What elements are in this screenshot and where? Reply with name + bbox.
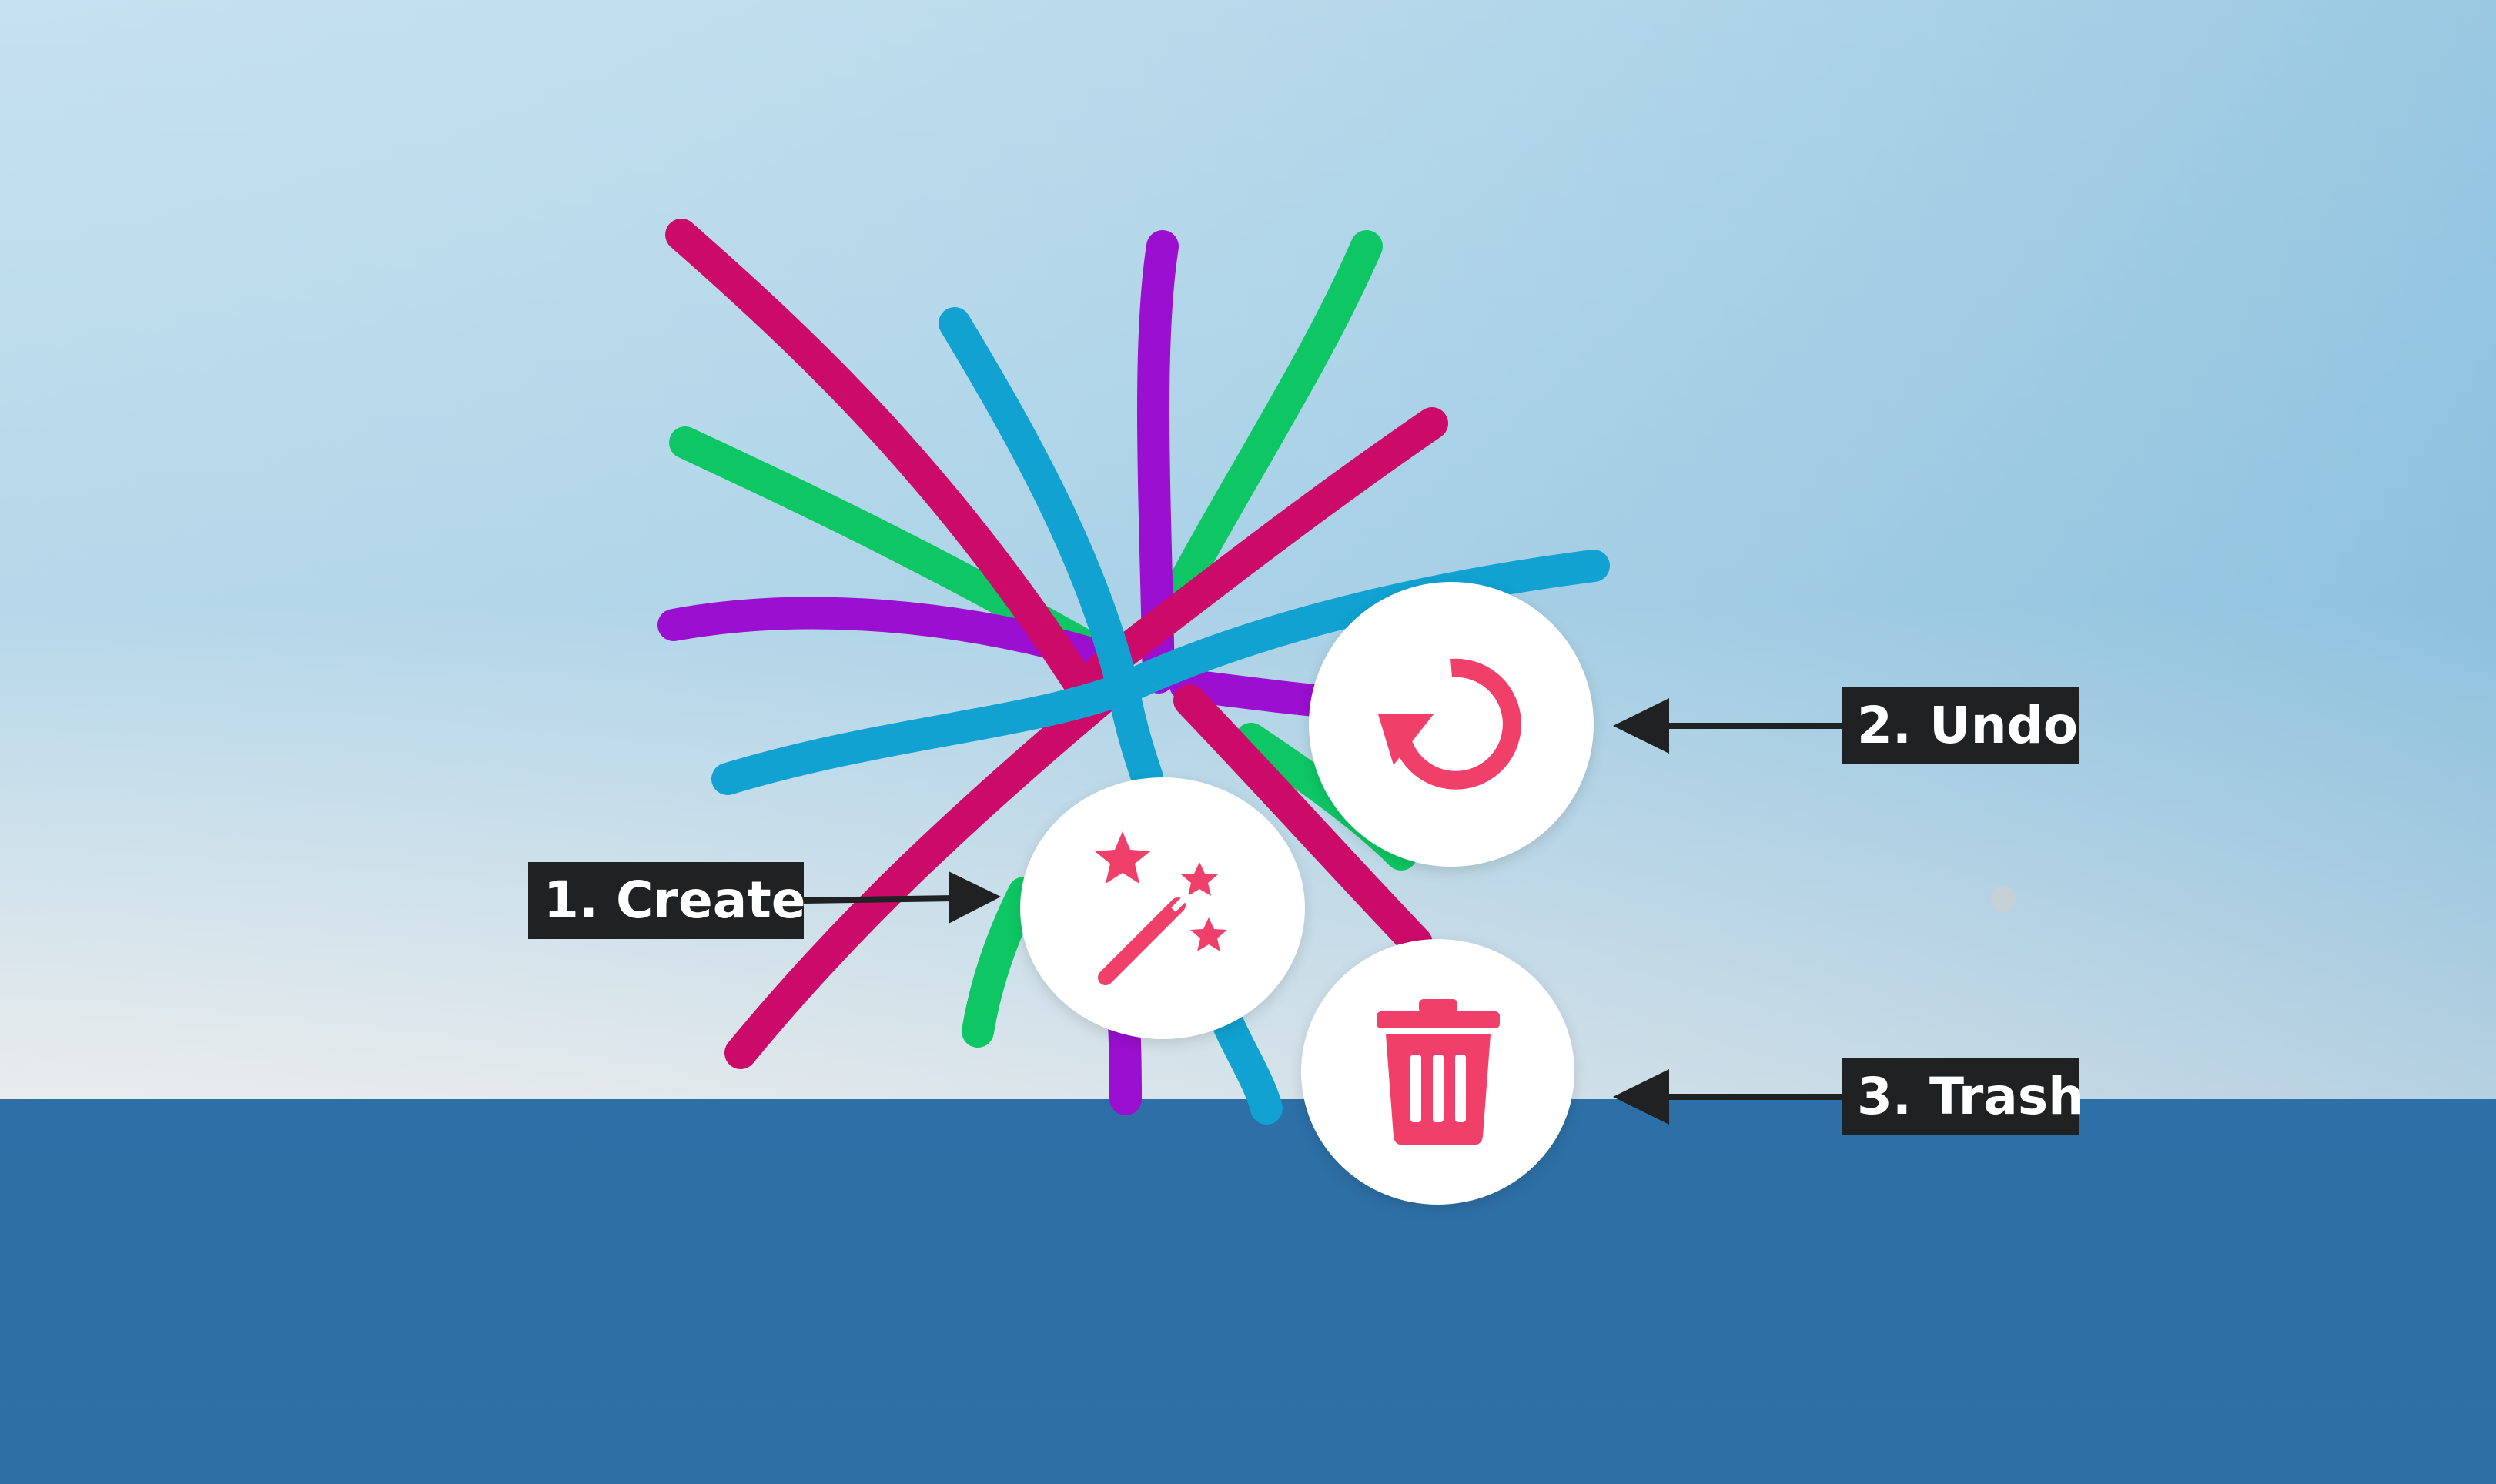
callout-undo-label: 2. Undo [1842, 687, 2079, 764]
undo-icon [1378, 658, 1521, 790]
callout-create-label: 1. Create [528, 862, 806, 939]
trash-icon [1376, 998, 1500, 1145]
sparkle-star-large [1095, 831, 1150, 884]
scene-canvas [0, 0, 2496, 1484]
distant-sphere [1990, 886, 2016, 912]
trash-button[interactable] [1301, 939, 1574, 1205]
sparkle-star-small-top [1181, 862, 1218, 896]
ground-plane [0, 1099, 2496, 1484]
callout-trash-label: 3. Trash [1842, 1058, 2084, 1135]
sparkle-star-small-bottom [1190, 917, 1227, 951]
paint-stroke-purple-4 [1108, 1008, 1142, 1115]
wand-shaft [1098, 897, 1186, 985]
callout-arrow-create [803, 895, 955, 904]
create-button[interactable] [1020, 777, 1305, 1039]
vr-scene: 1. Create 2. Undo 3. Trash [0, 0, 2496, 1484]
magic-wand-icon [1095, 831, 1227, 985]
undo-button[interactable] [1309, 582, 1594, 867]
